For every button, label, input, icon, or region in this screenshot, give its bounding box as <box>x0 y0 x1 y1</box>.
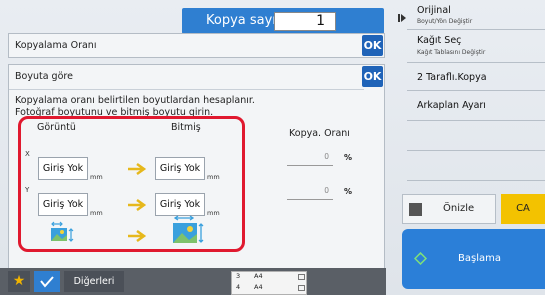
axis-label-y: Y <box>25 186 30 194</box>
column-header-finished: Bitmiş <box>171 122 201 133</box>
finished-y-input[interactable]: Giriş Yok <box>155 193 205 216</box>
tray-row: 4 A4 <box>232 283 308 294</box>
side-item-subtitle: Boyut/Yön Değiştir <box>417 18 473 25</box>
size-input-group: Görüntü Bitmiş X Giriş Yok mm Giriş Yok … <box>18 116 245 252</box>
tray-size: A4 <box>254 272 263 280</box>
bottom-bar: ★ Diğerleri <box>0 268 386 295</box>
unit-label: mm <box>207 209 220 217</box>
start-button[interactable]: Başlama <box>402 229 545 289</box>
side-item-empty-2 <box>407 151 545 181</box>
start-label: Başlama <box>458 253 501 264</box>
divider <box>9 89 364 90</box>
original-x-input[interactable]: Giriş Yok <box>38 157 88 180</box>
collapse-arrow-icon[interactable] <box>401 14 406 22</box>
side-item-duplex-copy[interactable]: 2 Taraflı.Kopya <box>407 63 545 91</box>
side-item-original[interactable]: Orijinal Boyut/Yön Değiştir <box>407 0 545 30</box>
favorite-star-icon[interactable]: ★ <box>8 271 30 292</box>
side-item-paper-select[interactable]: Kağıt Seç Kağıt Tablasını Değiştir <box>407 30 545 63</box>
side-item-subtitle: Kağıt Tablasını Değiştir <box>417 49 486 56</box>
preview-icon <box>409 203 422 216</box>
side-menu: Orijinal Boyut/Yön Değiştir Kağıt Seç Ka… <box>407 0 545 200</box>
start-icon <box>414 252 427 265</box>
copy-ratio-heading: Kopya. Oranı <box>289 128 350 139</box>
tray-size: A4 <box>254 283 263 291</box>
paper-icon <box>298 274 305 280</box>
collapse-bar[interactable] <box>398 14 400 22</box>
side-item-title: Arkaplan Ayarı <box>417 100 486 111</box>
copy-ratio-panel: Kopyalama Oranı <box>8 33 385 58</box>
side-item-title: Kağıt Seç <box>417 35 462 46</box>
arrow-right-icon <box>128 229 147 243</box>
side-item-background[interactable]: Arkaplan Ayarı <box>407 91 545 121</box>
side-item-title: Orijinal <box>417 5 451 16</box>
tray-number: 3 <box>236 272 241 280</box>
size-panel-ok-button[interactable]: OK <box>362 66 383 87</box>
ratio-y-field[interactable]: 0 <box>287 186 333 200</box>
finished-x-input[interactable]: Giriş Yok <box>155 157 205 180</box>
preview-label: Önizle <box>443 203 475 214</box>
percent-label: % <box>344 187 353 196</box>
copy-count-bar: Kopya sayısı 1 <box>182 8 384 34</box>
size-panel: Boyuta göre Kopyalama oranı belirtilen b… <box>8 64 385 270</box>
unit-label: mm <box>207 173 220 181</box>
percent-label: % <box>344 153 353 162</box>
tray-row: 3 A4 <box>232 272 308 283</box>
unit-label: mm <box>90 209 103 217</box>
copy-ratio-ok-button[interactable]: OK <box>362 35 383 56</box>
copy-count-field[interactable]: 1 <box>274 12 336 31</box>
description-line-1: Kopyalama oranı belirtilen boyutlardan h… <box>15 95 255 106</box>
copy-ratio-title: Kopyalama Oranı <box>15 40 97 51</box>
preview-button[interactable]: Önizle <box>402 194 496 224</box>
clear-all-button[interactable]: CA <box>501 194 545 224</box>
paper-icon <box>298 285 305 291</box>
side-item-title: 2 Taraflı.Kopya <box>417 72 487 83</box>
original-y-input[interactable]: Giriş Yok <box>38 193 88 216</box>
axis-label-x: X <box>25 150 30 158</box>
unit-label: mm <box>90 173 103 181</box>
original-image-icon <box>51 221 74 242</box>
arrow-right-icon <box>128 198 147 212</box>
finished-image-icon <box>173 215 204 243</box>
side-item-empty-1 <box>407 121 545 151</box>
copy-screen: Kopya sayısı 1 Orijinal Boyut/Yön Değişt… <box>0 0 545 295</box>
tray-number: 4 <box>236 283 241 291</box>
paper-tray-status: 3 A4 4 A4 <box>231 271 307 295</box>
arrow-right-icon <box>128 162 147 176</box>
size-panel-title: Boyuta göre <box>15 71 73 82</box>
check-button[interactable] <box>34 271 60 292</box>
ratio-x-field[interactable]: 0 <box>287 152 333 166</box>
others-button[interactable]: Diğerleri <box>64 271 124 292</box>
check-icon <box>40 276 54 288</box>
column-header-original: Görüntü <box>37 122 76 133</box>
